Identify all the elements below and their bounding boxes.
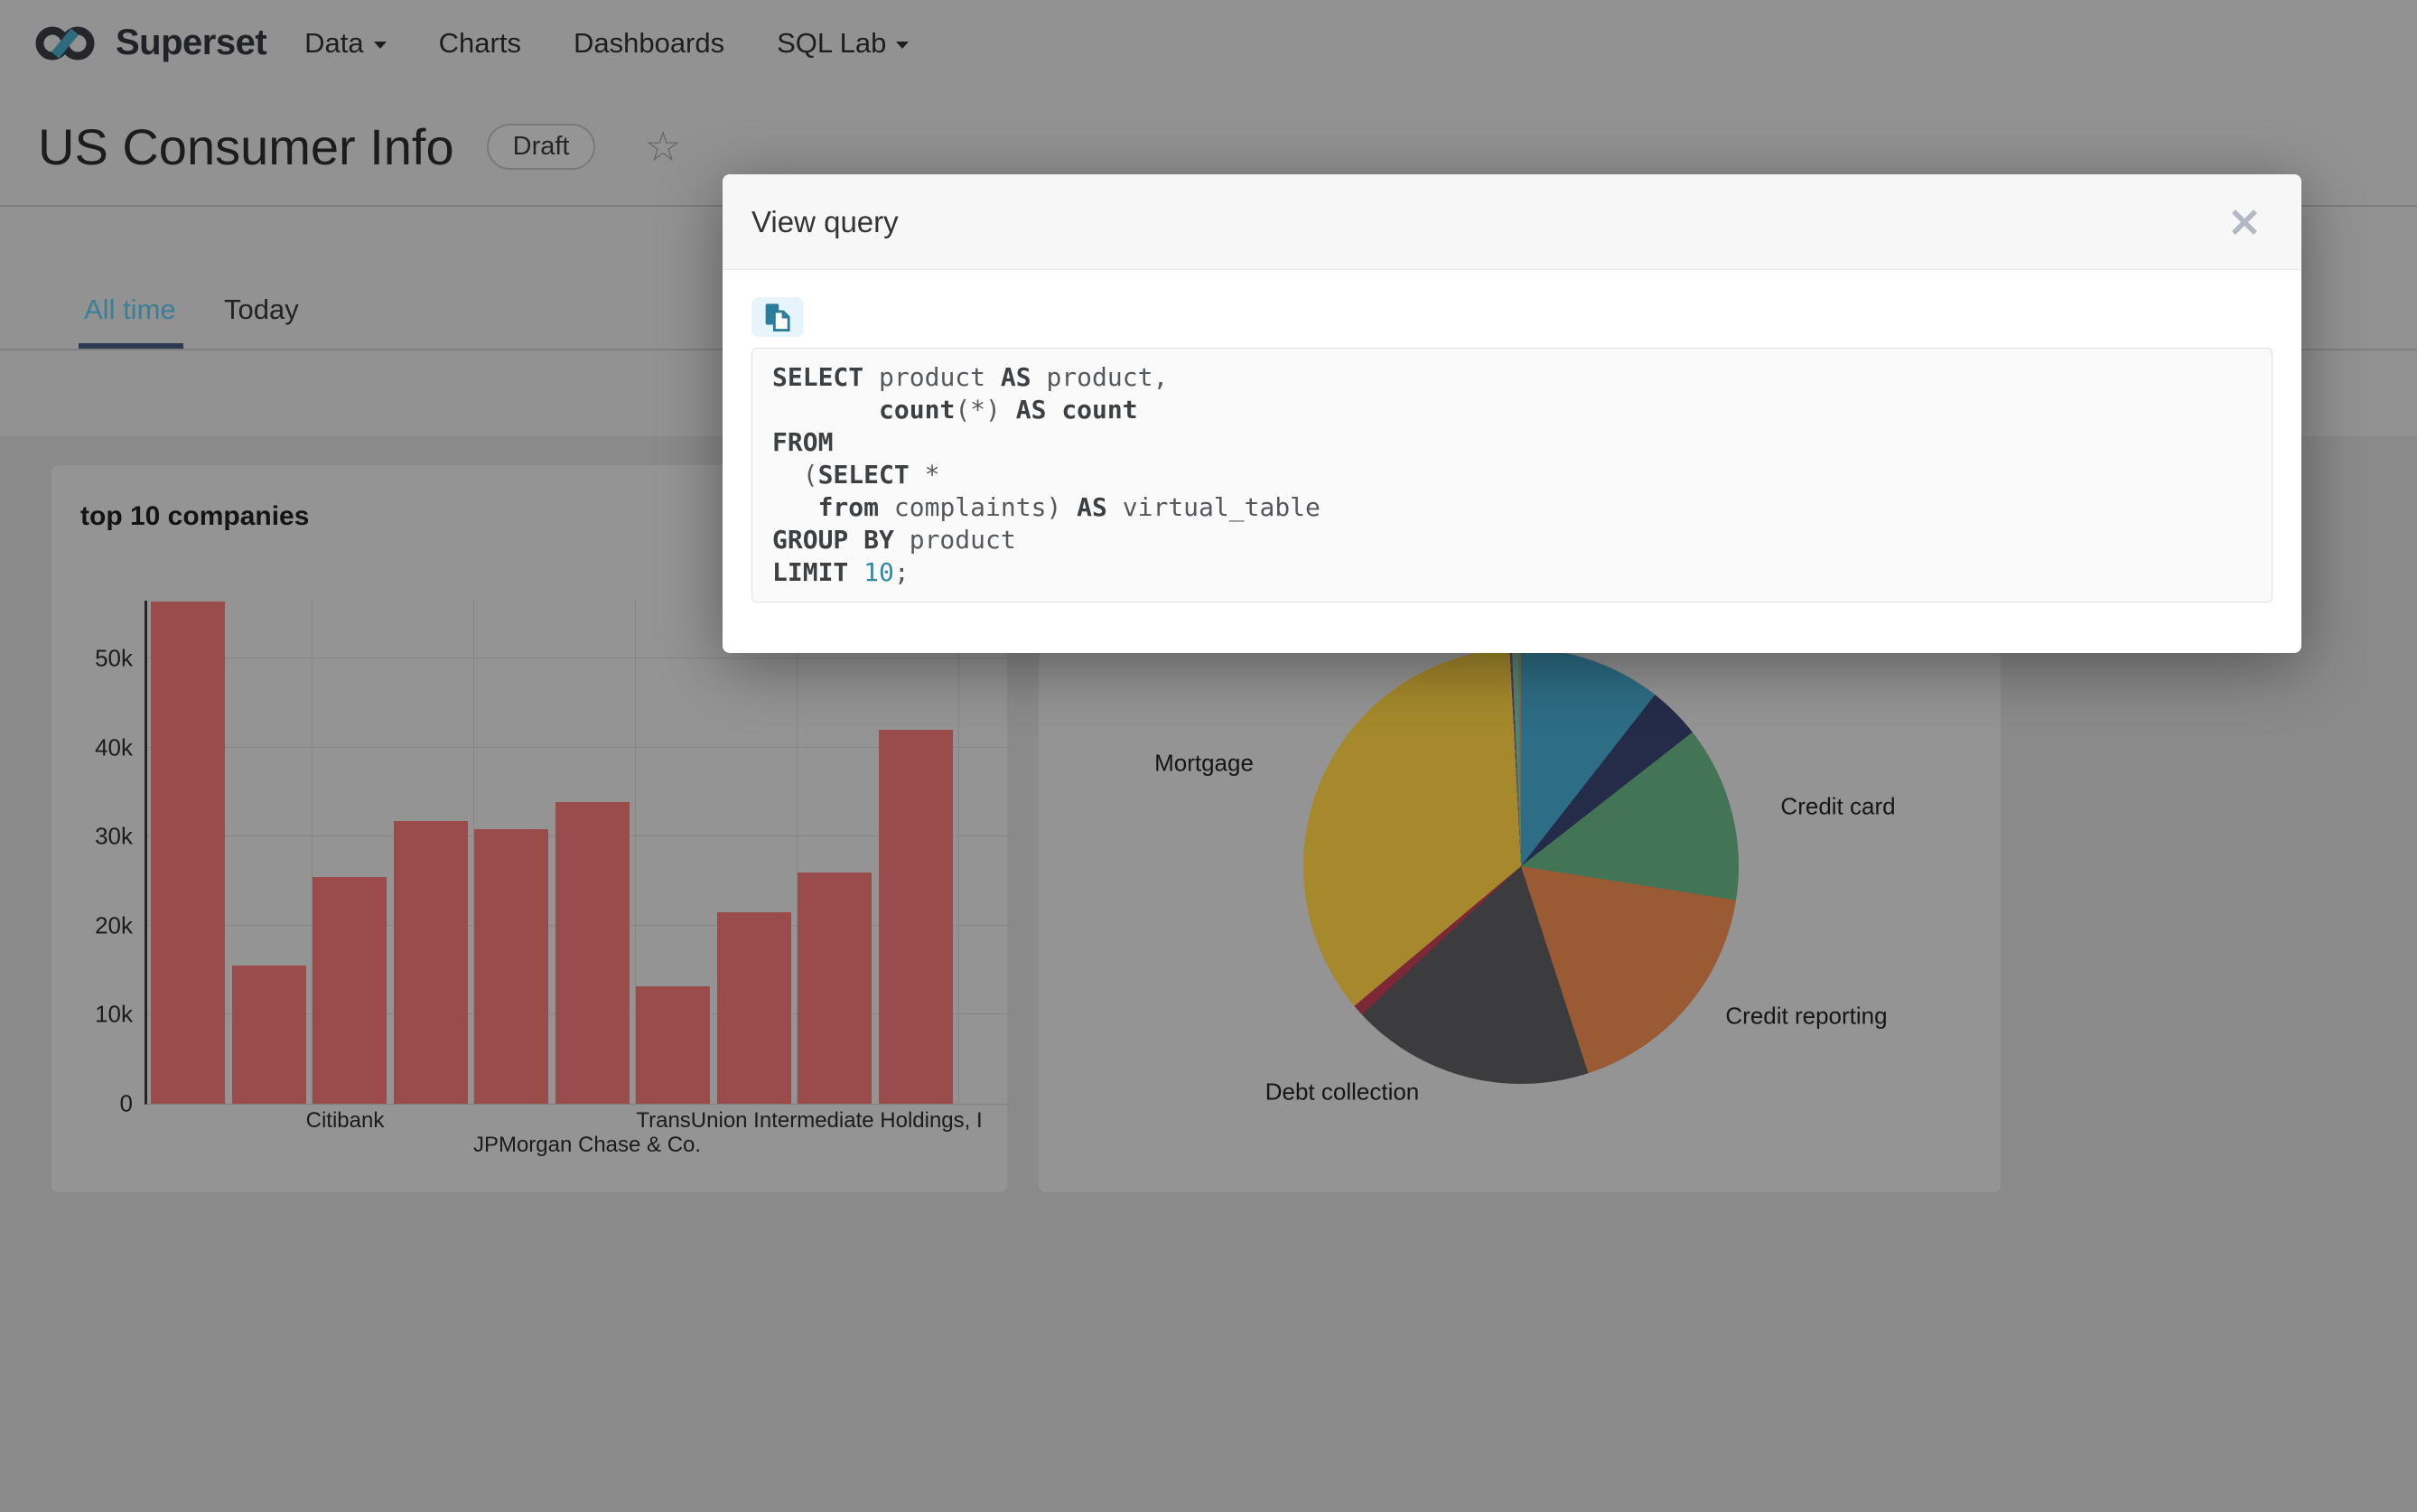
dashboard-page: Superset Data Charts Dashboards SQL Lab … (0, 0, 2417, 1512)
close-icon[interactable] (2229, 207, 2260, 238)
modal-title: View query (751, 205, 899, 239)
sql-code: SELECT product AS product, count(*) AS c… (751, 348, 2272, 602)
modal-header: View query (723, 174, 2301, 270)
modal-body: SELECT product AS product, count(*) AS c… (723, 270, 2301, 630)
view-query-modal: View query SELECT product AS product, co… (723, 174, 2301, 653)
copy-to-clipboard-icon (763, 302, 792, 332)
copy-button[interactable] (751, 297, 804, 337)
